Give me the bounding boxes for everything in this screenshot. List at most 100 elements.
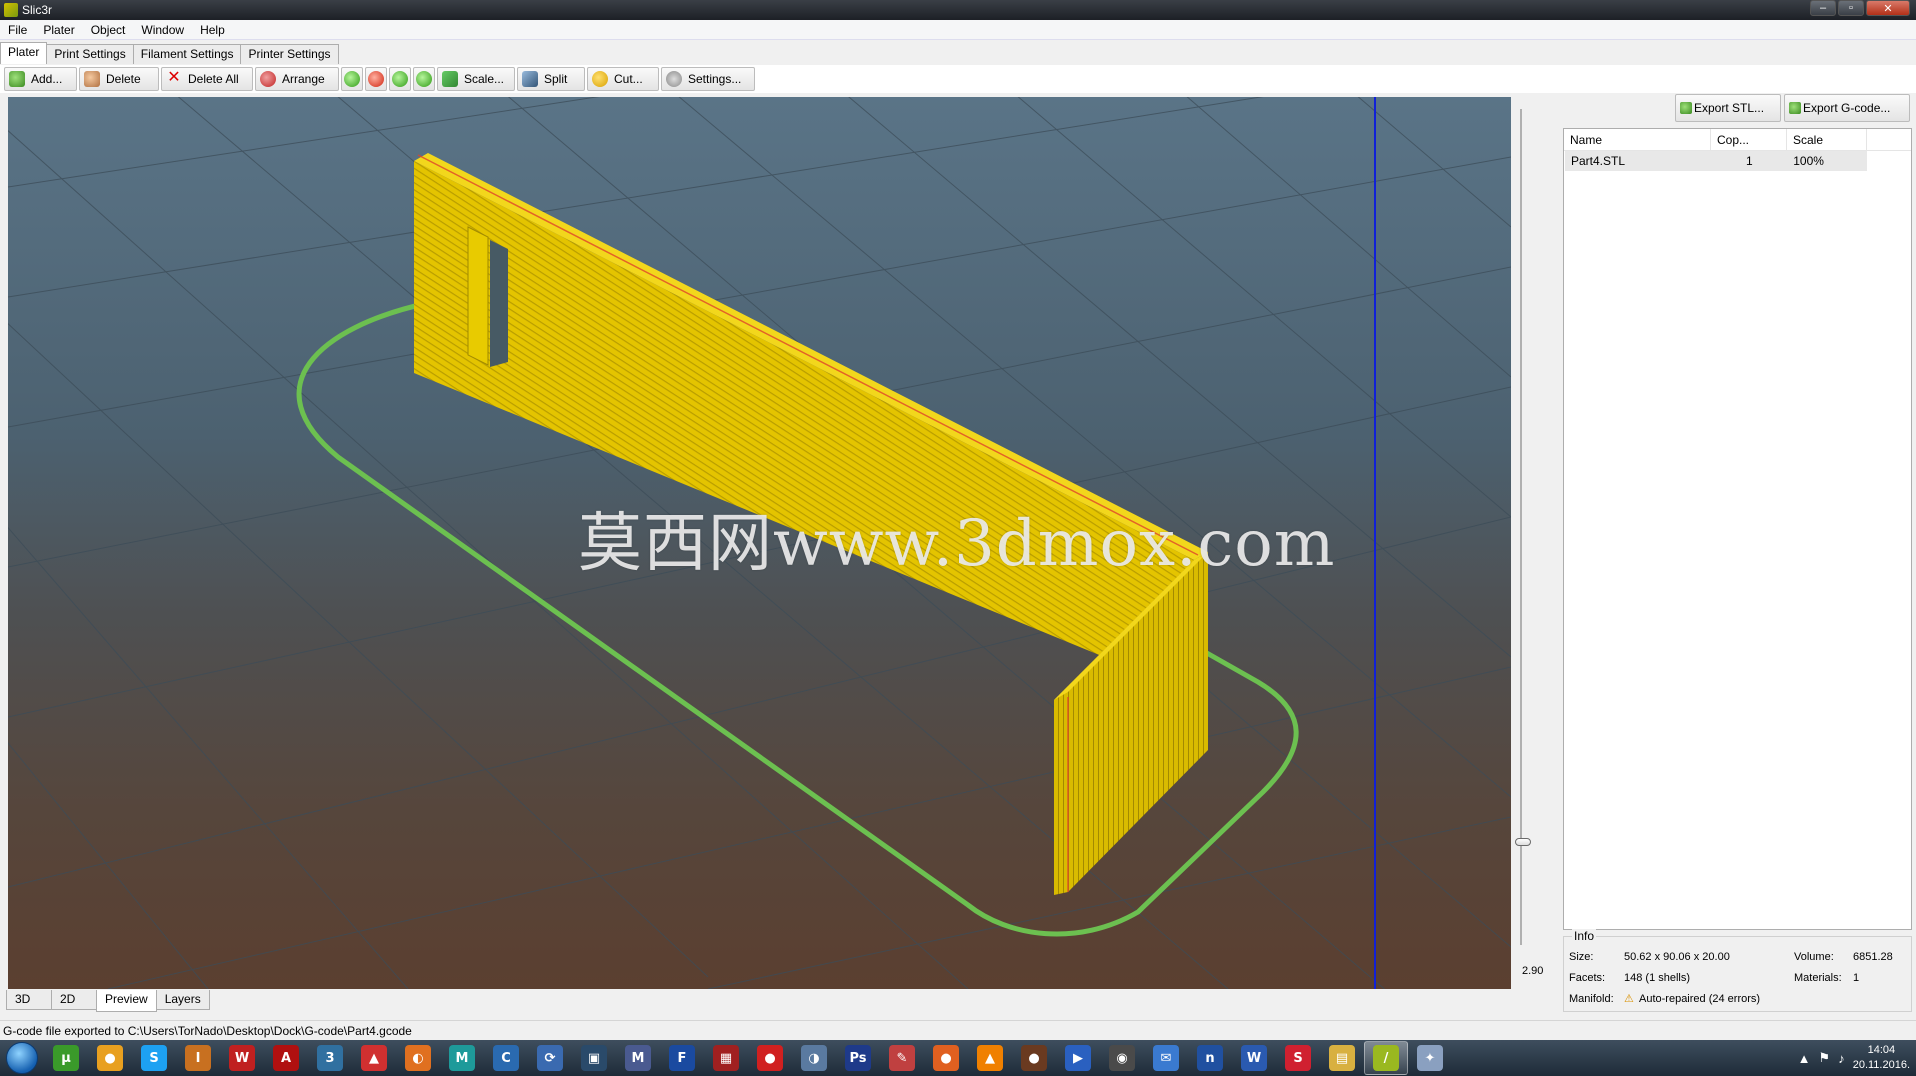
column-copies[interactable]: Cop... bbox=[1711, 129, 1787, 150]
arrange-button[interactable]: Arrange bbox=[255, 67, 339, 91]
layer-slider-thumb[interactable] bbox=[1515, 838, 1531, 846]
menu-bar: File Plater Object Window Help bbox=[0, 20, 1916, 40]
close-button[interactable]: ✕ bbox=[1866, 0, 1910, 16]
tab-filament-settings[interactable]: Filament Settings bbox=[132, 44, 242, 64]
tray-expand-icon[interactable]: ▲ bbox=[1798, 1051, 1811, 1066]
explorer-icon: ▤ bbox=[1329, 1045, 1355, 1071]
layer-slider[interactable]: 2.90 bbox=[1513, 97, 1561, 989]
taskbar-repetier-button[interactable]: ⟳ bbox=[528, 1041, 572, 1075]
taskbar-skype-button[interactable]: S bbox=[132, 1041, 176, 1075]
taskbar-vlc-button[interactable]: ▲ bbox=[968, 1041, 1012, 1075]
taskbar-utorrent-button[interactable]: μ bbox=[44, 1041, 88, 1075]
menu-help[interactable]: Help bbox=[192, 20, 233, 40]
export-gcode-icon bbox=[1789, 102, 1801, 114]
taskbar-printer-button[interactable]: ▦ bbox=[704, 1041, 748, 1075]
export-stl-icon bbox=[1680, 102, 1692, 114]
taskbar-record-button[interactable]: ● bbox=[748, 1041, 792, 1075]
taskbar-blender-button[interactable]: ◐ bbox=[396, 1041, 440, 1075]
export-gcode-button[interactable]: Export G-code... bbox=[1784, 94, 1910, 122]
network-icon[interactable]: ⚑ bbox=[1819, 1050, 1831, 1066]
rotate-right-button[interactable] bbox=[413, 67, 435, 91]
taskbar-tools-button[interactable]: ✦ bbox=[1408, 1041, 1452, 1075]
taskbar-m-button[interactable]: M bbox=[616, 1041, 660, 1075]
taskbar-orange-button[interactable]: ● bbox=[924, 1041, 968, 1075]
tools-icon: ✦ bbox=[1417, 1045, 1443, 1071]
taskbar-owl-button[interactable]: ◉ bbox=[1100, 1041, 1144, 1075]
taskbar-paint-button[interactable]: ✎ bbox=[880, 1041, 924, 1075]
maximize-button[interactable]: ▫ bbox=[1838, 0, 1864, 16]
volume-icon[interactable]: ♪ bbox=[1838, 1051, 1845, 1066]
taskbar-festo-button[interactable]: F bbox=[660, 1041, 704, 1075]
arrange-button-label: Arrange bbox=[282, 72, 325, 86]
scale-icon bbox=[442, 71, 458, 87]
increase-copies-button[interactable] bbox=[341, 67, 363, 91]
menu-window[interactable]: Window bbox=[133, 20, 192, 40]
part-long-wall bbox=[414, 161, 1194, 694]
tab-plater[interactable]: Plater bbox=[0, 42, 48, 64]
taskbar-solidworks-button[interactable]: W bbox=[220, 1041, 264, 1075]
plater-toolbar: Add... Delete ✕ Delete All Arrange Scale… bbox=[0, 65, 1916, 93]
delete-button[interactable]: Delete bbox=[79, 67, 159, 91]
taskbar-inventor-button[interactable]: I bbox=[176, 1041, 220, 1075]
menu-plater[interactable]: Plater bbox=[35, 20, 82, 40]
taskbar-netis-button[interactable]: n bbox=[1188, 1041, 1232, 1075]
export-stl-button[interactable]: Export STL... bbox=[1675, 94, 1781, 122]
delete-all-button[interactable]: ✕ Delete All bbox=[161, 67, 253, 91]
taskbar-chat-button[interactable]: ✉ bbox=[1144, 1041, 1188, 1075]
add-button[interactable]: Add... bbox=[4, 67, 77, 91]
split-button-label: Split bbox=[544, 72, 568, 86]
slic3r-icon: / bbox=[1373, 1045, 1399, 1071]
minimize-button[interactable]: – bbox=[1810, 0, 1836, 16]
taskbar-sketchup-button[interactable]: ▲ bbox=[352, 1041, 396, 1075]
blender-icon: ◐ bbox=[405, 1045, 431, 1071]
object-list[interactable]: Name Cop... Scale Part4.STL 1 100% bbox=[1563, 128, 1912, 930]
tab-layers[interactable]: Layers bbox=[155, 990, 210, 1010]
scale-button[interactable]: Scale... bbox=[437, 67, 515, 91]
menu-object[interactable]: Object bbox=[83, 20, 134, 40]
taskbar-maya-button[interactable]: M bbox=[440, 1041, 484, 1075]
tab-2d[interactable]: 2D bbox=[51, 990, 97, 1010]
taskbar-photoshop-button[interactable]: Ps bbox=[836, 1041, 880, 1075]
taskbar-autocad-button[interactable]: A bbox=[264, 1041, 308, 1075]
clock[interactable]: 14:04 20.11.2016. bbox=[1853, 1043, 1910, 1073]
taskbar-slide-button[interactable]: S bbox=[1276, 1041, 1320, 1075]
taskbar-headset-button[interactable]: ● bbox=[1012, 1041, 1056, 1075]
taskbar-cura-button[interactable]: C bbox=[484, 1041, 528, 1075]
cut-button[interactable]: Cut... bbox=[587, 67, 659, 91]
taskbar-slic3r-button[interactable]: / bbox=[1364, 1041, 1408, 1075]
manifold-label: Manifold: bbox=[1569, 993, 1614, 1005]
preview-viewport[interactable]: 莫西网www.3dmox.com bbox=[8, 97, 1511, 989]
column-scale[interactable]: Scale bbox=[1787, 129, 1867, 150]
tab-preview[interactable]: Preview bbox=[96, 990, 157, 1012]
rotate-left-button[interactable] bbox=[389, 67, 411, 91]
tab-3d[interactable]: 3D bbox=[6, 990, 52, 1010]
3dsmax-icon: 3 bbox=[317, 1045, 343, 1071]
delete-all-icon: ✕ bbox=[167, 69, 181, 86]
taskbar-3dsmax-button[interactable]: 3 bbox=[308, 1041, 352, 1075]
column-name[interactable]: Name bbox=[1564, 129, 1711, 150]
object-row[interactable]: Part4.STL 1 100% bbox=[1565, 151, 1867, 171]
taskbar-word-button[interactable]: W bbox=[1232, 1041, 1276, 1075]
taskbar-chrome-button[interactable]: ● bbox=[88, 1041, 132, 1075]
movie-icon: ▣ bbox=[581, 1045, 607, 1071]
start-button[interactable] bbox=[0, 1040, 44, 1076]
paint-icon: ✎ bbox=[889, 1045, 915, 1071]
taskbar-audio-button[interactable]: ◑ bbox=[792, 1041, 836, 1075]
split-button[interactable]: Split bbox=[517, 67, 585, 91]
status-bar: G-code file exported to C:\Users\TorNado… bbox=[0, 1020, 1916, 1040]
cura-icon: C bbox=[493, 1045, 519, 1071]
sketchup-icon: ▲ bbox=[361, 1045, 387, 1071]
decrease-copies-button[interactable] bbox=[365, 67, 387, 91]
taskbar-play-button[interactable]: ▶ bbox=[1056, 1041, 1100, 1075]
m-icon: M bbox=[625, 1045, 651, 1071]
settings-button[interactable]: Settings... bbox=[661, 67, 755, 91]
tab-printer-settings[interactable]: Printer Settings bbox=[240, 44, 339, 64]
taskbar-explorer-button[interactable]: ▤ bbox=[1320, 1041, 1364, 1075]
menu-file[interactable]: File bbox=[0, 20, 35, 40]
rotate-left-icon bbox=[392, 71, 408, 87]
watermark-text: 莫西网www.3dmox.com bbox=[578, 507, 1336, 581]
audio-icon: ◑ bbox=[801, 1045, 827, 1071]
windows-orb-icon bbox=[6, 1042, 38, 1074]
taskbar-movie-button[interactable]: ▣ bbox=[572, 1041, 616, 1075]
tab-print-settings[interactable]: Print Settings bbox=[46, 44, 134, 64]
